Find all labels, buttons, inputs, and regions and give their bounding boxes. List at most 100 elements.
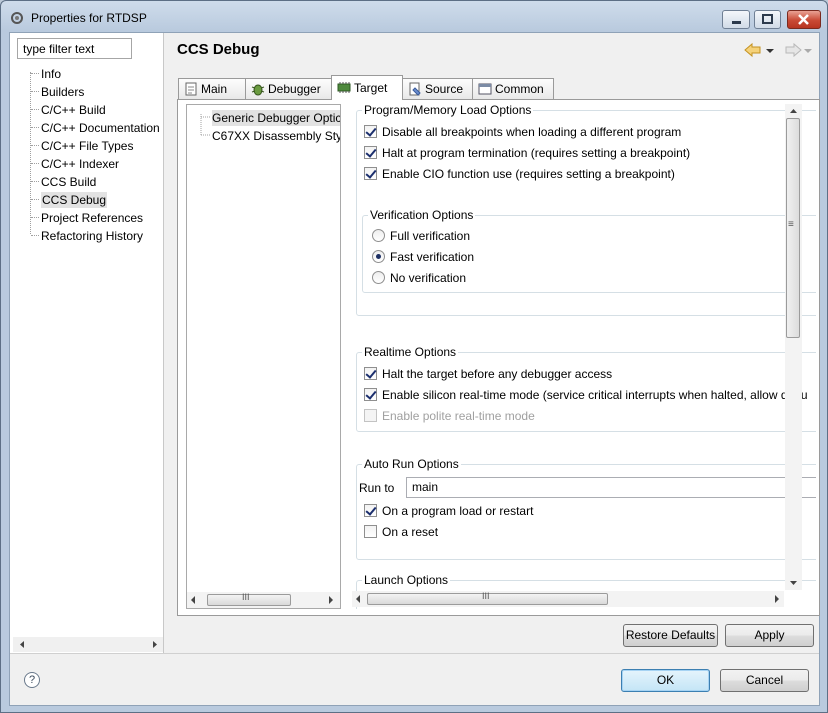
tab-label: Main	[201, 82, 228, 96]
minimize-button[interactable]	[722, 10, 750, 29]
tab-target[interactable]: Target	[331, 75, 403, 100]
checkbox[interactable]	[364, 388, 377, 401]
scroll-thumb[interactable]: III	[367, 591, 608, 605]
bug-icon	[251, 84, 265, 96]
tree-item-refactoring-history[interactable]: Refactoring History	[41, 228, 143, 244]
option-label: Full verification	[390, 229, 471, 243]
checkbox	[364, 409, 377, 422]
option-label: Enable CIO function use (requires settin…	[382, 167, 675, 181]
page-icon	[185, 82, 197, 96]
tab-label: Target	[354, 81, 388, 95]
forward-arrow-icon[interactable]	[785, 42, 802, 58]
chip-icon	[337, 82, 351, 93]
forward-menu-chevron-icon[interactable]	[804, 49, 812, 53]
option-label: Disable all breakpoints when loading a d…	[382, 125, 682, 139]
maximize-button[interactable]	[754, 10, 781, 29]
tree-item-builders[interactable]: Builders	[41, 84, 84, 100]
form-vertical-scrollbar[interactable]: ≡	[785, 104, 802, 590]
history-nav	[743, 41, 813, 59]
scroll-grip: ≡	[788, 219, 794, 230]
tree-item-ccs-build[interactable]: CCS Build	[41, 174, 96, 190]
restore-defaults-button[interactable]: Restore Defaults	[623, 624, 718, 647]
page-title: CCS Debug	[177, 41, 260, 58]
filter-input[interactable]: type filter text	[17, 38, 132, 59]
tab-label: Source	[425, 82, 464, 96]
checkbox[interactable]	[364, 125, 377, 138]
left-horizontal-scrollbar[interactable]	[13, 637, 163, 652]
subtree-item-generic-debugger[interactable]: Generic Debugger Optic	[212, 110, 340, 126]
tab-common[interactable]: Common	[472, 78, 554, 99]
tab-label: Common	[495, 82, 544, 96]
radio-button[interactable]	[372, 250, 385, 263]
checkbox[interactable]	[364, 504, 377, 517]
option-label: Enable polite real-time mode	[382, 409, 535, 423]
target-tab-panel: Generic Debugger Optic C67XX Disassembly…	[177, 99, 820, 616]
tree-guide	[31, 235, 39, 236]
group-title: Program/Memory Load Options	[362, 104, 534, 117]
ok-button[interactable]: OK	[621, 669, 710, 692]
group-title: Verification Options	[368, 208, 476, 222]
tree-item-project-references[interactable]: Project References	[41, 210, 143, 226]
tree-item-info[interactable]: Info	[41, 66, 61, 82]
autorun-group: Auto Run Options Run to main On a progra…	[356, 457, 816, 560]
subtree-horizontal-scrollbar[interactable]: III	[187, 592, 340, 608]
back-arrow-icon[interactable]	[744, 42, 761, 58]
checkbox[interactable]	[364, 146, 377, 159]
help-icon[interactable]: ?	[24, 672, 40, 688]
group-title: Auto Run Options	[362, 457, 461, 471]
dialog-client: type filter text Info Builders C/C++ Bui…	[9, 32, 820, 706]
option-label: Halt at program termination (requires se…	[382, 146, 691, 160]
option-label: No verification	[390, 271, 467, 285]
realtime-group: Realtime Options Halt the target before …	[356, 345, 816, 432]
scroll-grip: III	[482, 591, 490, 601]
tree-guide	[31, 145, 39, 146]
tree-item-cpp-build[interactable]: C/C++ Build	[41, 102, 106, 118]
window-title: Properties for RTDSP	[31, 11, 147, 25]
divider	[10, 653, 819, 654]
left-pane: type filter text Info Builders C/C++ Bui…	[10, 33, 164, 653]
title-bar[interactable]: Properties for RTDSP	[1, 1, 827, 33]
tree-guide	[31, 127, 39, 128]
maximize-icon	[762, 14, 773, 24]
tab-label: Debugger	[268, 82, 321, 96]
checkbox[interactable]	[364, 167, 377, 180]
scrollbar-arrows	[20, 641, 157, 648]
window-icon	[478, 83, 492, 95]
radio-button[interactable]	[372, 271, 385, 284]
close-button[interactable]	[787, 10, 821, 29]
tree-guide	[31, 91, 39, 92]
back-menu-chevron-icon[interactable]	[766, 49, 774, 53]
properties-dialog: Properties for RTDSP type filter text In…	[0, 0, 828, 713]
tree-item-cpp-documentation[interactable]: C/C++ Documentation	[41, 120, 160, 136]
tab-debugger[interactable]: Debugger	[245, 78, 332, 99]
option-label: Halt the target before any debugger acce…	[382, 367, 613, 381]
tree-item-ccs-debug[interactable]: CCS Debug	[41, 192, 108, 208]
tree-guide	[31, 181, 39, 182]
option-label: Fast verification	[390, 250, 475, 264]
cancel-button[interactable]: Cancel	[720, 669, 809, 692]
tree-guide	[31, 73, 39, 74]
run-to-label: Run to	[359, 481, 395, 495]
option-label: On a reset	[382, 525, 439, 539]
checkbox[interactable]	[364, 367, 377, 380]
close-icon	[798, 14, 809, 25]
radio-button[interactable]	[372, 229, 385, 242]
options-category-tree: Generic Debugger Optic C67XX Disassembly…	[186, 104, 341, 609]
tree-item-cpp-file-types[interactable]: C/C++ File Types	[41, 138, 133, 154]
app-icon	[11, 12, 23, 24]
form-horizontal-scrollbar[interactable]: III	[352, 591, 784, 607]
option-label: On a program load or restart	[382, 504, 534, 518]
subtree-item-disassembly-style[interactable]: C67XX Disassembly Styl	[212, 128, 340, 144]
option-label: Enable silicon real-time mode (service c…	[382, 388, 808, 402]
run-to-input[interactable]: main	[406, 477, 816, 498]
scroll-arrows	[191, 596, 333, 604]
verification-group: Verification Options Full verification F…	[362, 208, 816, 293]
tree-guide	[31, 217, 39, 218]
apply-button[interactable]: Apply	[725, 624, 814, 647]
tab-source[interactable]: Source	[402, 78, 473, 99]
tree-guide	[31, 163, 39, 164]
tab-main[interactable]: Main	[178, 78, 246, 99]
scroll-thumb[interactable]: ≡	[786, 118, 800, 338]
tree-item-cpp-indexer[interactable]: C/C++ Indexer	[41, 156, 119, 172]
checkbox[interactable]	[364, 525, 377, 538]
